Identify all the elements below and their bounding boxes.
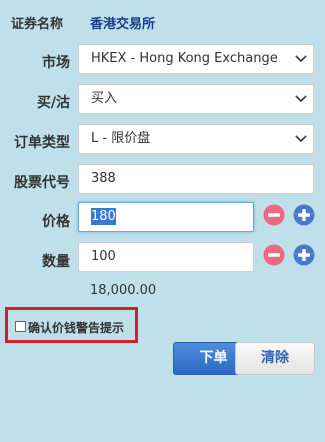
stock-code-input[interactable]: 388: [78, 164, 314, 194]
side-select[interactable]: 买入: [78, 84, 314, 114]
minus-circle-icon[interactable]: [263, 244, 285, 266]
order-type-label: 订单类型: [14, 135, 70, 151]
quantity-value: 100: [91, 249, 116, 264]
quantity-label: 数量: [42, 254, 70, 270]
chevron-down-icon: [295, 135, 307, 143]
stock-code-label: 股票代号: [14, 175, 70, 191]
price-value: 180: [91, 208, 116, 225]
price-label: 价格: [42, 214, 70, 230]
chevron-down-icon: [295, 55, 307, 63]
market-select-value: HKEX - Hong Kong Exchange: [91, 51, 278, 66]
confirm-warning-label[interactable]: 确认价钱警告提示: [28, 319, 124, 336]
order-total: 18,000.00: [90, 283, 157, 298]
clear-button[interactable]: 清除: [235, 342, 315, 375]
minus-circle-icon[interactable]: [263, 204, 285, 226]
exchange-label: 证券名称: [11, 17, 64, 32]
stock-code-value: 388: [91, 171, 116, 186]
plus-circle-icon[interactable]: [293, 244, 315, 266]
quantity-input[interactable]: 100: [78, 242, 254, 272]
confirm-warning-box: 确认价钱警告提示: [5, 307, 138, 343]
chevron-down-icon: [295, 95, 307, 103]
market-select[interactable]: HKEX - Hong Kong Exchange: [78, 44, 314, 74]
exchange-value: 香港交易所: [90, 17, 156, 32]
confirm-warning-checkbox[interactable]: [15, 321, 26, 332]
order-type-select-value: L - 限价盘: [91, 131, 151, 146]
side-label: 买/沽: [36, 95, 70, 111]
side-select-value: 买入: [91, 91, 118, 106]
order-type-select[interactable]: L - 限价盘: [78, 124, 314, 154]
plus-circle-icon[interactable]: [293, 204, 315, 226]
price-input[interactable]: 180: [78, 202, 254, 232]
market-label: 市场: [42, 55, 70, 71]
